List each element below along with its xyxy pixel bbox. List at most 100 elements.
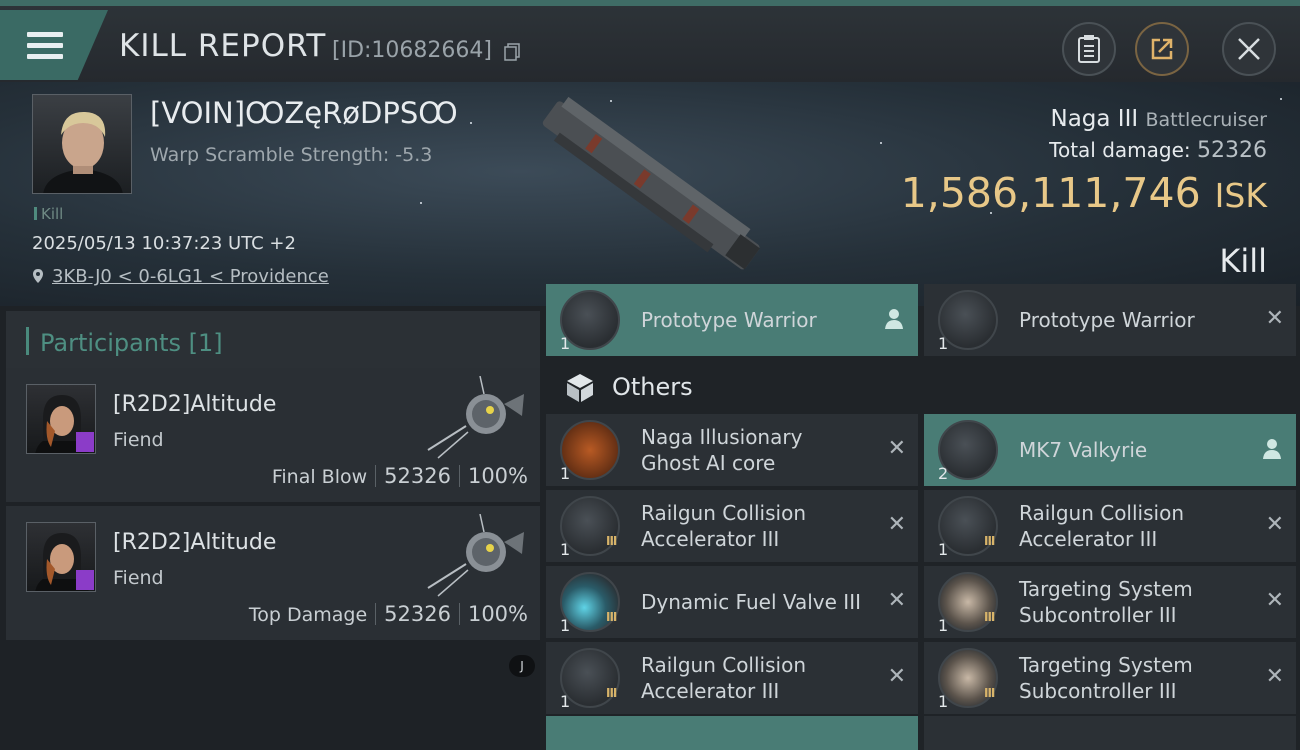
- total-damage-value: 52326: [1197, 138, 1267, 163]
- destroyed-icon: ✕: [1265, 512, 1284, 537]
- participant-ship: Fiend: [113, 567, 164, 589]
- participant-percent: 100%: [467, 602, 528, 626]
- item-qty: 1: [938, 540, 949, 559]
- victim-avatar[interactable]: [32, 94, 132, 194]
- item-row[interactable]: III 1 Railgun Collision Accelerator III ✕: [924, 490, 1296, 562]
- tier-badge: III: [984, 686, 995, 700]
- kill-location[interactable]: 3KB-J0 < 0-6LG1 < Providence: [32, 266, 329, 287]
- pilot-icon: [1263, 439, 1281, 459]
- destroyed-icon: ✕: [887, 664, 906, 689]
- item-name: Railgun Collision Accelerator III: [1019, 501, 1184, 551]
- close-icon: [1238, 38, 1260, 60]
- participant-role: Final Blow: [271, 466, 368, 488]
- others-section-header: Others: [546, 362, 1296, 414]
- participant-ship: Fiend: [113, 429, 164, 451]
- result-label: Kill: [1219, 242, 1267, 280]
- tier-badge: III: [984, 534, 995, 548]
- item-qty: 1: [560, 334, 571, 353]
- participant-avatar[interactable]: [26, 384, 96, 454]
- participant-role: Top Damage: [248, 604, 368, 626]
- copy-icon[interactable]: [504, 43, 520, 61]
- item-row[interactable]: 2 MK7 Valkyrie: [924, 414, 1296, 486]
- tier-badge: III: [984, 610, 995, 624]
- destroyed-icon: ✕: [1265, 588, 1284, 613]
- participant-card[interactable]: [R2D2]Altitude Fiend Top Damage 52326 100%: [6, 506, 540, 640]
- role-badge: [76, 432, 94, 452]
- location-pin-icon: [33, 269, 43, 283]
- ship-name-line: Naga III Battlecruiser: [1051, 106, 1268, 132]
- participants-title: Participants [1]: [40, 329, 223, 357]
- isk-value: 1,586,111,746: [900, 169, 1201, 217]
- item-name: Prototype Warrior: [1019, 308, 1195, 332]
- item-qty: 1: [560, 616, 571, 635]
- destroyed-icon: ✕: [887, 436, 906, 461]
- tier-badge: III: [606, 686, 617, 700]
- ship-render: [542, 96, 760, 270]
- participant-card[interactable]: [R2D2]Altitude Fiend Final Blow 52326 100%: [6, 368, 540, 502]
- item-name: Naga Illusionary Ghost AI core: [641, 425, 803, 475]
- item-row[interactable]: III 1 Railgun Collision Accelerator III ✕: [546, 642, 918, 714]
- item-name: Prototype Warrior: [641, 308, 817, 332]
- item-qty: 1: [560, 464, 571, 483]
- item-name: Targeting System Subcontroller III: [1019, 653, 1193, 703]
- tier-badge: III: [606, 534, 617, 548]
- item-qty: 1: [938, 616, 949, 635]
- item-row[interactable]: III 1 Targeting System Subcontroller III …: [924, 642, 1296, 714]
- j-button[interactable]: J: [509, 655, 535, 677]
- pilot-portrait-icon: [43, 111, 123, 193]
- item-row[interactable]: [546, 716, 918, 750]
- participant-stats: Top Damage 52326 100%: [249, 602, 528, 626]
- participant-name[interactable]: [R2D2]Altitude: [113, 392, 276, 417]
- total-damage-label: Total damage:: [1049, 138, 1191, 162]
- item-qty: 1: [560, 692, 571, 711]
- tier-badge: III: [606, 610, 617, 624]
- kill-datetime: 2025/05/13 10:37:23 UTC +2: [32, 233, 296, 254]
- close-button[interactable]: [1222, 22, 1276, 76]
- items-panel: 1 Prototype Warrior 1 Prototype Warrior …: [540, 284, 1300, 750]
- item-qty: 1: [938, 692, 949, 711]
- share-button[interactable]: [1135, 22, 1189, 76]
- item-name: Railgun Collision Accelerator III: [641, 501, 806, 551]
- participant-percent: 100%: [467, 464, 528, 488]
- victim-banner: [VOIN]ꝎZęRøDPSꝎ Warp Scramble Strength: …: [0, 82, 1300, 306]
- ship-name[interactable]: Naga III: [1051, 106, 1139, 132]
- item-row[interactable]: [924, 716, 1296, 750]
- participant-name[interactable]: [R2D2]Altitude: [113, 530, 276, 555]
- hamburger-icon: [27, 32, 63, 62]
- item-row[interactable]: III 1 Targeting System Subcontroller III …: [924, 566, 1296, 638]
- participant-damage: 52326: [384, 602, 451, 626]
- kill-tag: Kill: [34, 205, 63, 223]
- pilot-icon: [885, 309, 903, 329]
- page-title: KILL REPORT: [119, 28, 327, 64]
- participants-header: Participants [1]: [6, 311, 540, 371]
- clipboard-button[interactable]: [1062, 22, 1116, 76]
- participant-damage: 52326: [384, 464, 451, 488]
- item-row[interactable]: III 1 Railgun Collision Accelerator III ✕: [546, 490, 918, 562]
- item-name: Railgun Collision Accelerator III: [641, 653, 806, 703]
- fiend-ship-icon: [427, 376, 524, 459]
- isk-value-line: 1,586,111,746 ISK: [901, 169, 1267, 217]
- item-row[interactable]: 1 Prototype Warrior: [546, 284, 918, 356]
- item-row[interactable]: 1 Prototype Warrior ✕: [924, 284, 1296, 356]
- report-id: [ID:10682664]: [332, 38, 492, 63]
- role-badge: [76, 570, 94, 590]
- item-qty: 1: [938, 334, 949, 353]
- others-label: Others: [612, 373, 693, 401]
- item-name: Targeting System Subcontroller III: [1019, 577, 1193, 627]
- menu-button[interactable]: [0, 10, 108, 80]
- isk-unit: ISK: [1214, 176, 1267, 215]
- victim-name[interactable]: [VOIN]ꝎZęRøDPSꝎ: [150, 96, 458, 130]
- item-qty: 1: [560, 540, 571, 559]
- share-icon: [1151, 38, 1173, 60]
- item-name: MK7 Valkyrie: [1019, 438, 1148, 462]
- participant-stats: Final Blow 52326 100%: [272, 464, 528, 488]
- participant-avatar[interactable]: [26, 522, 96, 592]
- fiend-ship-icon: [427, 514, 524, 597]
- participants-panel: Participants [1] [R2D2]Altitude Fiend Fi…: [0, 306, 540, 750]
- ship-class: Battlecruiser: [1145, 109, 1267, 131]
- item-row[interactable]: 1 Naga Illusionary Ghost AI core ✕: [546, 414, 918, 486]
- location-link[interactable]: 3KB-J0 < 0-6LG1 < Providence: [52, 266, 329, 287]
- item-row[interactable]: III 1 Dynamic Fuel Valve III ✕: [546, 566, 918, 638]
- item-qty: 2: [938, 464, 949, 483]
- destroyed-icon: ✕: [1265, 306, 1284, 331]
